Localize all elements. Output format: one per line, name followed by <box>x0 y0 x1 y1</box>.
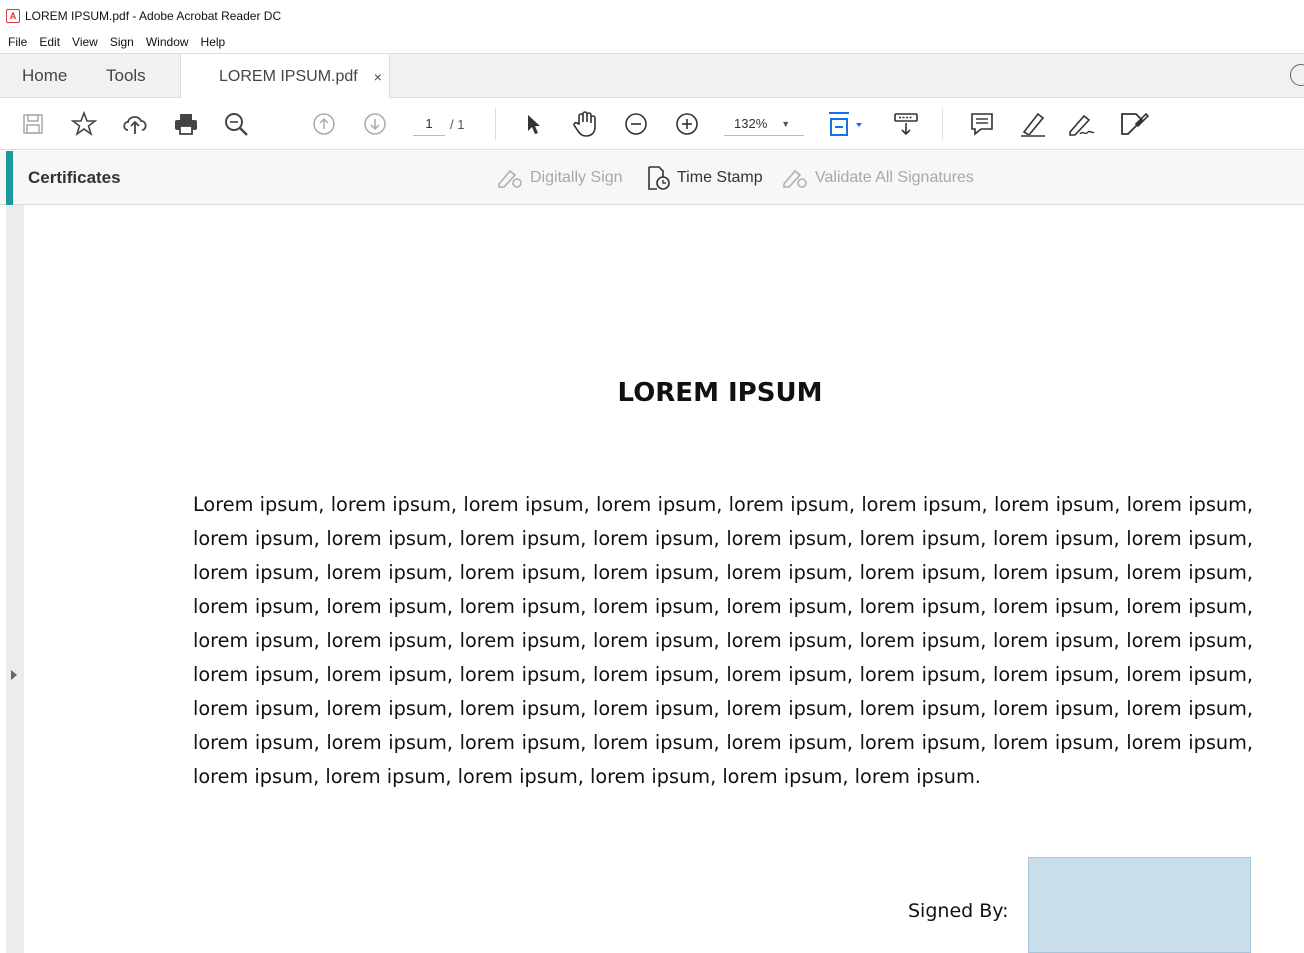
expand-panel-arrow-icon[interactable] <box>11 670 17 680</box>
tab-document-label: LOREM IPSUM.pdf <box>219 67 358 85</box>
comment-icon[interactable] <box>968 110 996 138</box>
page-down-icon[interactable] <box>363 110 387 138</box>
signature-field[interactable] <box>1028 857 1251 953</box>
more-tools-icon[interactable] <box>1118 110 1150 138</box>
digitally-sign-button[interactable]: Digitally Sign <box>496 151 622 205</box>
menu-bar: File Edit View Sign Window Help <box>0 31 1304 53</box>
tab-document[interactable]: LOREM IPSUM.pdf × <box>180 54 390 99</box>
highlight-icon[interactable] <box>1018 110 1048 138</box>
tab-bar: Home Tools LOREM IPSUM.pdf × <box>0 53 1304 99</box>
tab-home[interactable]: Home <box>22 54 67 98</box>
signed-by-label: Signed By: <box>908 900 1009 922</box>
title-bar: A LOREM IPSUM.pdf - Adobe Acrobat Reader… <box>0 0 1304 31</box>
page-up-icon[interactable] <box>312 110 336 138</box>
bookmark-star-icon[interactable] <box>70 110 98 138</box>
document-body-text: Lorem ipsum, lorem ipsum, lorem ipsum, l… <box>193 493 1253 788</box>
menu-edit[interactable]: Edit <box>39 35 60 49</box>
digitally-sign-label: Digitally Sign <box>530 169 623 186</box>
validate-signatures-button[interactable]: Validate All Signatures <box>781 151 974 205</box>
toolbar-divider <box>495 108 496 140</box>
close-tab-icon[interactable]: × <box>374 69 382 85</box>
chevron-down-icon: ▼ <box>781 118 791 129</box>
certificates-label: Certificates <box>28 168 121 187</box>
toolbar-divider <box>942 108 943 140</box>
save-icon[interactable] <box>20 110 46 138</box>
hand-icon[interactable] <box>571 110 599 138</box>
zoom-out-icon[interactable] <box>623 110 649 138</box>
validate-signatures-label: Validate All Signatures <box>815 169 974 186</box>
select-arrow-icon[interactable] <box>524 110 544 138</box>
main-toolbar: 1 / 1 132% ▼ <box>0 98 1304 150</box>
upload-cloud-icon[interactable] <box>120 110 150 138</box>
validate-sign-icon <box>783 169 807 188</box>
tab-tools[interactable]: Tools <box>106 54 146 98</box>
scroll-mode-icon[interactable] <box>892 110 920 138</box>
zoom-level-value: 132% <box>734 116 768 131</box>
menu-sign[interactable]: Sign <box>110 35 134 49</box>
print-icon[interactable] <box>172 110 200 138</box>
window-title: LOREM IPSUM.pdf - Adobe Acrobat Reader D… <box>25 8 282 23</box>
pen-sign-icon <box>498 169 522 188</box>
menu-help[interactable]: Help <box>201 35 226 49</box>
menu-view[interactable]: View <box>72 35 98 49</box>
time-stamp-icon <box>648 166 670 190</box>
help-icon[interactable] <box>1290 64 1304 86</box>
zoom-level-select[interactable]: 132% ▼ <box>724 112 804 136</box>
menu-window[interactable]: Window <box>146 35 189 49</box>
page-number-input[interactable]: 1 <box>413 112 445 136</box>
sign-icon[interactable] <box>1066 110 1098 138</box>
fit-page-icon[interactable] <box>826 110 866 138</box>
zoom-search-icon[interactable] <box>222 110 250 138</box>
time-stamp-button[interactable]: Time Stamp <box>645 151 763 205</box>
time-stamp-label: Time Stamp <box>677 169 763 186</box>
certificates-toolbar: Certificates Digitally Sign Time Stamp V… <box>0 151 1304 205</box>
zoom-in-icon[interactable] <box>674 110 700 138</box>
document-heading: LOREM IPSUM <box>617 378 823 408</box>
menu-file[interactable]: File <box>8 35 27 49</box>
certificates-accent-bar <box>6 151 13 205</box>
left-panel-rail <box>6 205 24 953</box>
acrobat-app-icon: A <box>6 8 20 23</box>
page-total: / 1 <box>450 116 465 132</box>
